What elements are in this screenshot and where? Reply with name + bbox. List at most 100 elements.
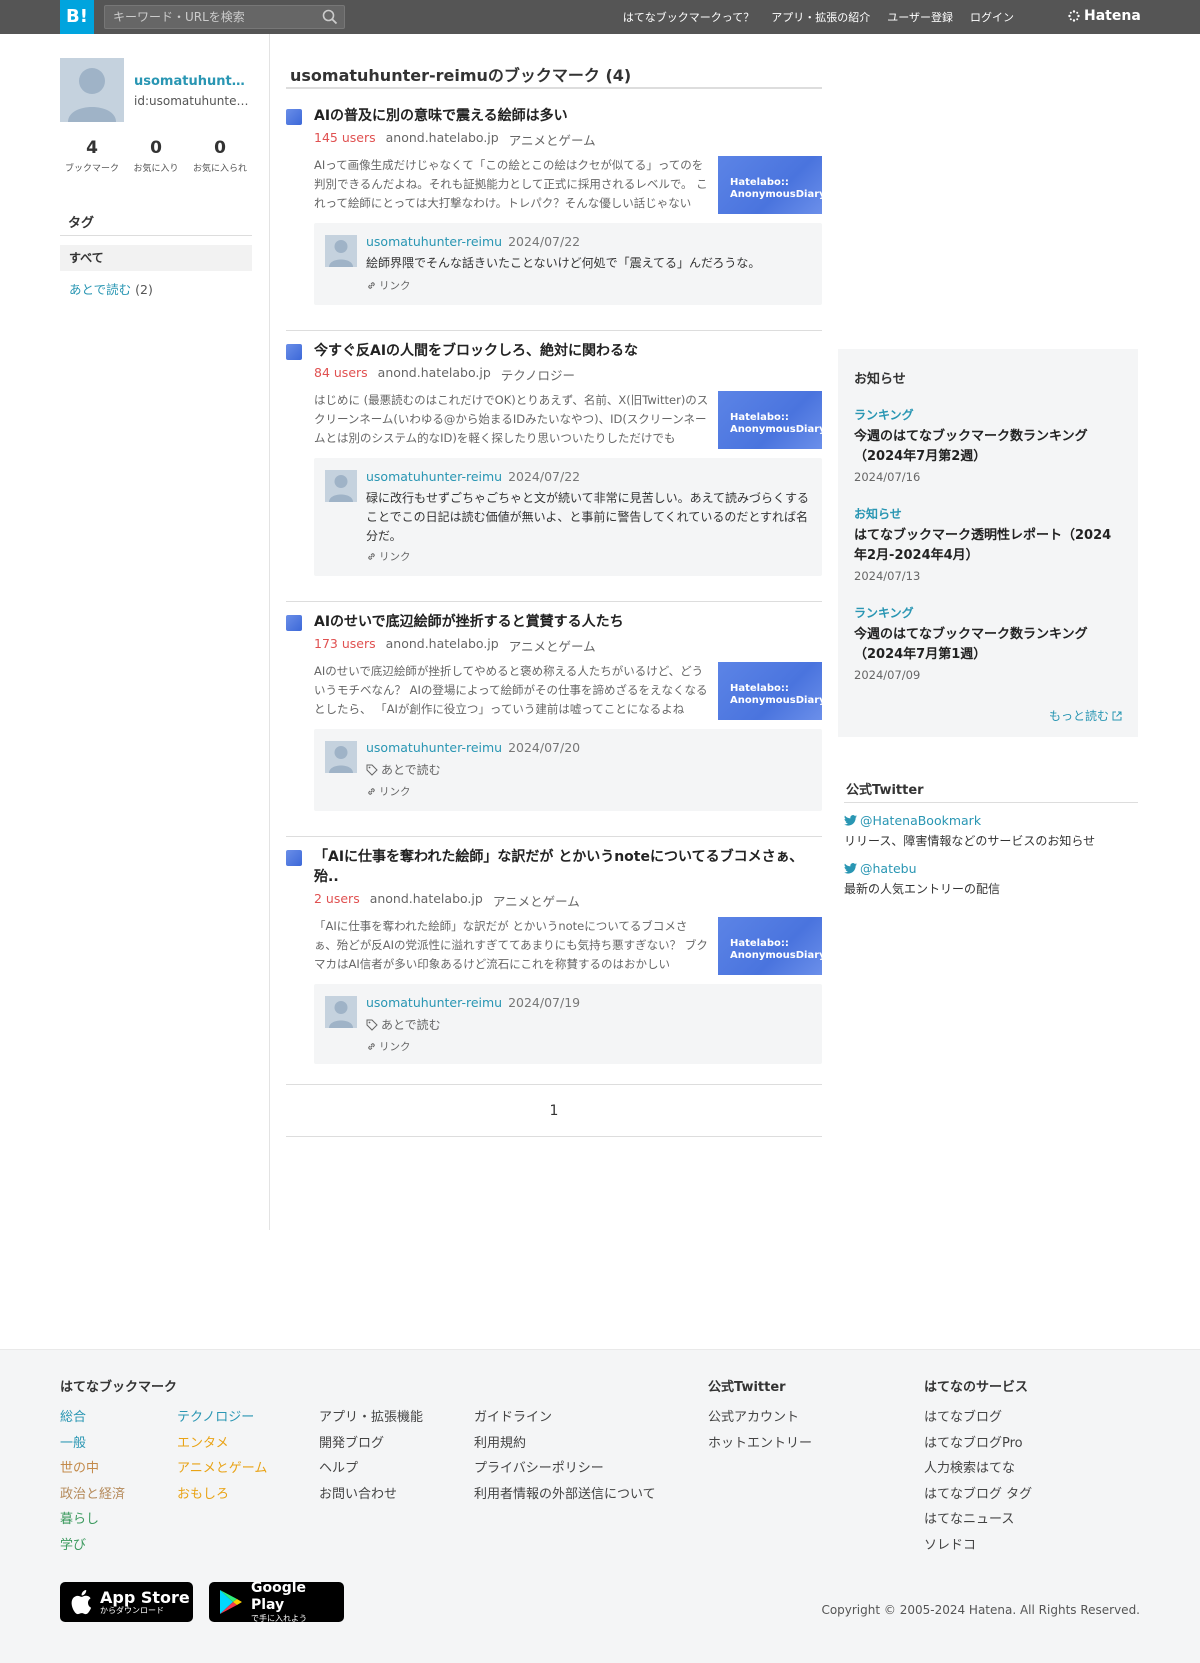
stat-favorites[interactable]: 0 お気に入り (124, 138, 188, 174)
nav-apps[interactable]: アプリ・拡張の紹介 (771, 9, 870, 25)
footer-link[interactable]: 公式アカウント (708, 1405, 812, 1431)
entry-divider (286, 836, 822, 837)
comment-user-link[interactable]: usomatuhunter-reimu (366, 740, 502, 755)
comment-link[interactable]: リンク (366, 1039, 411, 1054)
entry-thumbnail[interactable]: Hatelabo:: AnonymousDiary (718, 917, 826, 975)
tag-read-later[interactable]: あとで読む (2) (69, 279, 153, 298)
users-count-link[interactable]: 84 users (314, 365, 368, 384)
notice-item[interactable]: お知らせ はてなブックマーク透明性レポート（2024年2月-2024年4月） 2… (854, 505, 1122, 583)
comment-avatar[interactable] (325, 741, 357, 773)
footer-link[interactable]: 利用者情報の外部送信について (474, 1482, 656, 1508)
footer-category-link[interactable]: テクノロジー (177, 1405, 267, 1431)
notice-more-link[interactable]: もっと読む (1049, 707, 1122, 724)
footer-link[interactable]: ソレドコ (924, 1533, 1032, 1559)
footer-link[interactable]: ホットエントリー (708, 1431, 812, 1457)
entry-domain-link[interactable]: anond.hatelabo.jp (386, 636, 499, 655)
comment-avatar[interactable] (325, 470, 357, 502)
footer-category-link[interactable]: エンタメ (177, 1431, 267, 1457)
profile-avatar[interactable] (60, 58, 124, 122)
entry-meta: 84 users anond.hatelabo.jp テクノロジー (314, 365, 575, 384)
footer-category-link[interactable]: 総合 (60, 1405, 125, 1431)
entry-title-link[interactable]: AIのせいで底辺絵師が挫折すると賞賛する人たち (314, 612, 822, 632)
comment-avatar[interactable] (325, 235, 357, 267)
footer-link[interactable]: 人力検索はてな (924, 1456, 1032, 1482)
search-box[interactable] (104, 5, 345, 29)
twitter-handle-link[interactable]: @hatebu (844, 861, 1138, 876)
comment-link[interactable]: リンク (366, 278, 411, 293)
footer-category-link[interactable]: 学び (60, 1533, 125, 1559)
hatena-brand-logo[interactable]: Hatena (1068, 8, 1141, 24)
comment-date[interactable]: 2024/07/22 (508, 234, 580, 249)
footer-link[interactable]: はてなブログPro (924, 1431, 1032, 1457)
comment-date[interactable]: 2024/07/22 (508, 469, 580, 484)
entry-title-link[interactable]: AIの普及に別の意味で震える絵師は多い (314, 106, 822, 126)
entry-thumbnail[interactable]: Hatelabo:: AnonymousDiary (718, 662, 826, 720)
users-count-link[interactable]: 2 users (314, 891, 360, 910)
app-store-badge[interactable]: App Store からダウンロード (60, 1582, 193, 1622)
comment-link[interactable]: リンク (366, 549, 411, 564)
footer-category-link[interactable]: アニメとゲーム (177, 1456, 267, 1482)
entry-thumbnail[interactable]: Hatelabo:: AnonymousDiary (718, 156, 826, 214)
footer-link[interactable]: ガイドライン (474, 1405, 656, 1431)
comment-user-link[interactable]: usomatuhunter-reimu (366, 469, 502, 484)
twitter-handle-link[interactable]: @HatenaBookmark (844, 813, 1138, 828)
site-favicon-icon (286, 344, 302, 360)
nav-register[interactable]: ユーザー登録 (887, 9, 953, 25)
footer-category-link[interactable]: 一般 (60, 1431, 125, 1457)
footer-category-link[interactable]: 政治と経済 (60, 1482, 125, 1508)
comment-tag[interactable]: あとで読む (366, 1016, 441, 1033)
stat-favorited-by[interactable]: 0 お気に入られ (188, 138, 252, 174)
footer-link[interactable]: 利用規約 (474, 1431, 656, 1457)
footer-link[interactable]: はてなニュース (924, 1507, 1032, 1533)
google-play-badge[interactable]: Google Play で手に入れよう (209, 1580, 344, 1623)
nav-login[interactable]: ログイン (970, 9, 1014, 25)
notice-item[interactable]: ランキング 今週のはてなブックマーク数ランキング（2024年7月第1週） 202… (854, 604, 1122, 682)
nav-about[interactable]: はてなブックマークって？ (623, 9, 754, 25)
footer-category-link[interactable]: おもしろ (177, 1482, 267, 1508)
footer-link[interactable]: プライバシーポリシー (474, 1456, 656, 1482)
footer-link[interactable]: 開発ブログ (319, 1431, 423, 1457)
comment-avatar[interactable] (325, 996, 357, 1028)
notice-item[interactable]: ランキング 今週のはてなブックマーク数ランキング（2024年7月第2週） 202… (854, 406, 1122, 484)
search-input[interactable] (105, 6, 305, 28)
notice-title[interactable]: 今週のはてなブックマーク数ランキング（2024年7月第2週） (854, 427, 1122, 467)
notice-date: 2024/07/13 (854, 569, 921, 583)
entry-domain-link[interactable]: anond.hatelabo.jp (386, 130, 499, 149)
pager-current-page[interactable]: 1 (286, 1103, 822, 1119)
footer-link[interactable]: はてなブログ (924, 1405, 1032, 1431)
footer-category-link[interactable]: 世の中 (60, 1456, 125, 1482)
comment-user-link[interactable]: usomatuhunter-reimu (366, 234, 502, 249)
notice-title[interactable]: はてなブックマーク透明性レポート（2024年2月-2024年4月） (854, 526, 1122, 566)
notice-title[interactable]: 今週のはてなブックマーク数ランキング（2024年7月第1週） (854, 625, 1122, 665)
entry-title-link[interactable]: 「AIに仕事を奪われた絵師」な訳だが とかいうnoteについてるブコメさぁ、殆.… (314, 847, 822, 887)
entry-thumbnail[interactable]: Hatelabo:: AnonymousDiary (718, 391, 826, 449)
comment-link[interactable]: リンク (366, 784, 411, 799)
comment-date[interactable]: 2024/07/20 (508, 740, 580, 755)
comment-date[interactable]: 2024/07/19 (508, 995, 580, 1010)
users-count-link[interactable]: 173 users (314, 636, 376, 655)
entry-category-link[interactable]: アニメとゲーム (493, 891, 580, 910)
comment-user-link[interactable]: usomatuhunter-reimu (366, 995, 502, 1010)
tag-all[interactable]: すべて (60, 245, 252, 271)
search-icon[interactable] (322, 9, 338, 25)
notice-category[interactable]: お知らせ (854, 505, 1122, 522)
entry-domain-link[interactable]: anond.hatelabo.jp (370, 891, 483, 910)
stat-bookmarks[interactable]: 4 ブックマーク (60, 138, 124, 174)
hatena-bookmark-logo[interactable]: B! (60, 0, 94, 34)
entry-domain-link[interactable]: anond.hatelabo.jp (378, 365, 491, 384)
entry-category-link[interactable]: アニメとゲーム (509, 130, 596, 149)
footer-link[interactable]: はてなブログ タグ (924, 1482, 1032, 1508)
footer-link[interactable]: ヘルプ (319, 1456, 423, 1482)
footer-link[interactable]: アプリ・拡張機能 (319, 1405, 423, 1431)
users-count-link[interactable]: 145 users (314, 130, 376, 149)
profile-name[interactable]: usomatuhunter-reimu (134, 74, 252, 89)
entry-category-link[interactable]: アニメとゲーム (509, 636, 596, 655)
footer-link[interactable]: お問い合わせ (319, 1482, 423, 1508)
comment-tag[interactable]: あとで読む (366, 761, 441, 778)
entry-category-link[interactable]: テクノロジー (501, 365, 575, 384)
footer-category-link[interactable]: 暮らし (60, 1507, 125, 1533)
entry-title-link[interactable]: 今すぐ反AIの人間をブロックしろ、絶対に関わるな (314, 341, 822, 361)
notice-category[interactable]: ランキング (854, 604, 1122, 621)
thumb-text-line1: Hatelabo:: (730, 683, 789, 694)
notice-category[interactable]: ランキング (854, 406, 1122, 423)
